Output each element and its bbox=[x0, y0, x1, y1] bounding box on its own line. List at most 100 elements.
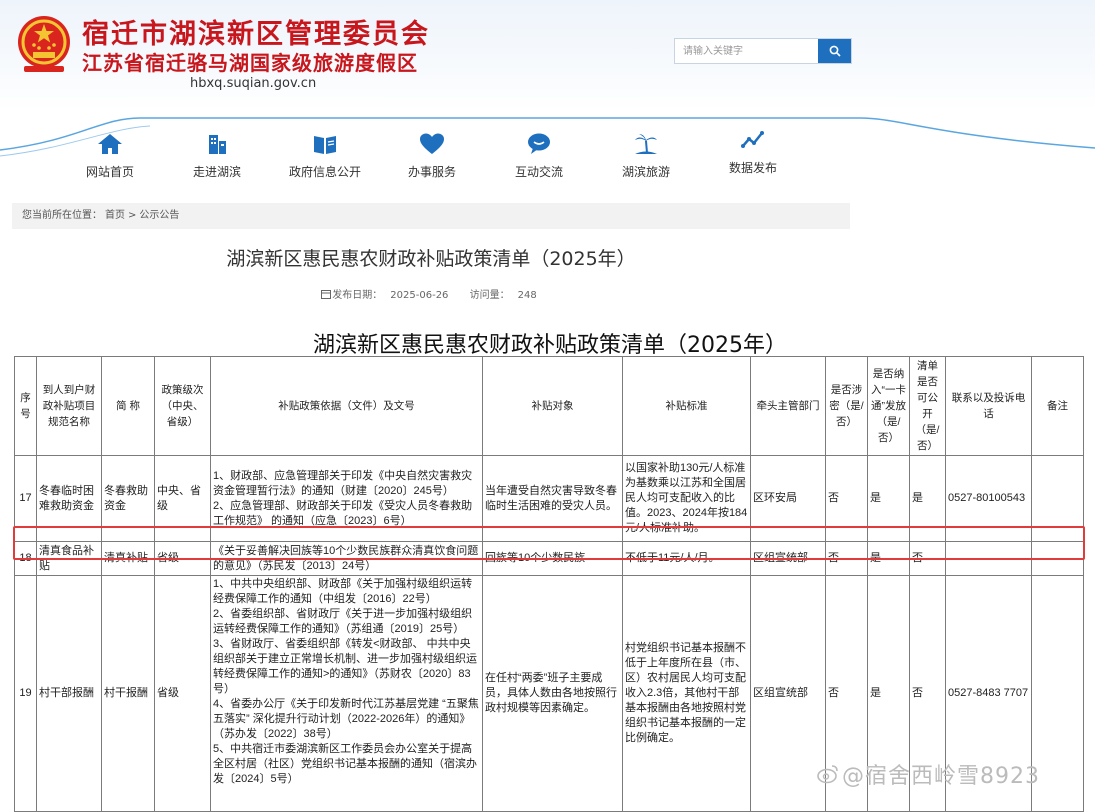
cell-standard: 以国家补助130元/人标准为基数乘以江苏和全国居民人均可支配收入的比值。2023… bbox=[622, 455, 751, 542]
cell-no: 18 bbox=[14, 541, 37, 576]
table-header: 补贴对象 bbox=[482, 356, 623, 456]
views-label: 访问量： bbox=[469, 290, 510, 301]
cell-public: 是 bbox=[909, 455, 946, 542]
views-count: 248 bbox=[517, 290, 537, 301]
palm-icon bbox=[635, 134, 657, 154]
nav-label: 网站首页 bbox=[85, 165, 134, 179]
basis-line: 4、省委办公厅《关于印发新时代江苏基层党建 “五聚焦五落实” 深化提升行动计划（… bbox=[213, 698, 479, 740]
calendar-icon bbox=[321, 290, 332, 299]
watermark: @宿舍西岭雪8923 bbox=[842, 764, 1040, 789]
cell-standard: 不低于11元/人/月。 bbox=[622, 541, 751, 576]
policy-table: 序号 到人到户财政补贴项目规范名称 简 称 政策级次（中央、省级） 补贴政策依据… bbox=[14, 356, 1084, 812]
cell-card: 是 bbox=[867, 541, 910, 576]
cell-short: 清真补贴 bbox=[101, 541, 155, 576]
heart-icon bbox=[420, 133, 444, 154]
cell-basis: 1、中共中央组织部、财政部《关于加强村级组织运转经费保障工作的通知（中组发〔20… bbox=[210, 575, 483, 812]
nav-item-services[interactable]: 办事服务 bbox=[387, 132, 477, 180]
nav-item-home[interactable]: 网站首页 bbox=[65, 132, 155, 180]
breadcrumb-current-link[interactable]: 公示公告 bbox=[139, 210, 179, 221]
chat-icon bbox=[528, 133, 550, 154]
nav-label: 办事服务 bbox=[407, 165, 456, 179]
building-icon bbox=[209, 135, 226, 154]
table-row: 17 冬春临时困难救助资金 冬春救助资金 中央、省级 1、财政部、应急管理部关于… bbox=[14, 455, 1084, 542]
cell-short: 冬春救助资金 bbox=[101, 455, 155, 542]
breadcrumb: 您当前所在位置： 首页 > 公示公告 bbox=[12, 203, 850, 229]
basis-line: 2、省委组织部、省财政厅《关于进一步加强村级组织运转经费保障工作的通知》（苏组通… bbox=[213, 608, 473, 635]
breadcrumb-separator: > bbox=[128, 210, 137, 221]
weibo-logo-icon bbox=[817, 765, 838, 784]
cell-dept: 区组宣统部 bbox=[750, 575, 826, 812]
chart-icon bbox=[741, 131, 764, 148]
table-header: 是否涉密（是/否） bbox=[825, 356, 868, 456]
cell-card: 是 bbox=[867, 455, 910, 542]
nav-item-about[interactable]: 走进湖滨 bbox=[172, 132, 262, 180]
table-header: 到人到户财政补贴项目规范名称 bbox=[36, 356, 102, 456]
date-label: 发布日期： bbox=[332, 290, 383, 301]
cell-target: 当年遭受自然灾害导致冬春临时生活困难的受灾人员。 bbox=[482, 455, 623, 542]
cell-level: 省级 bbox=[154, 541, 211, 576]
nav-item-data[interactable]: 数据发布 bbox=[708, 128, 798, 176]
national-emblem-icon bbox=[18, 16, 70, 72]
cell-phone: 0527-80100543 bbox=[945, 455, 1032, 542]
table-header-row: 序号 到人到户财政补贴项目规范名称 简 称 政策级次（中央、省级） 补贴政策依据… bbox=[14, 356, 1084, 456]
cell-no: 17 bbox=[14, 455, 37, 542]
breadcrumb-prefix: 您当前所在位置： bbox=[22, 210, 102, 221]
table-header: 补贴政策依据（文件）及文号 bbox=[210, 356, 483, 456]
basis-line: 2、应急管理部、财政部关于印发《受灾人员冬春救助工作规范》 的通知（应急〔202… bbox=[213, 499, 473, 527]
nav-label: 湖滨旅游 bbox=[621, 165, 670, 179]
article-title: 湖滨新区惠民惠农财政补贴政策清单（2025年） bbox=[226, 248, 636, 270]
table-header: 牵头主管部门 bbox=[750, 356, 826, 456]
home-icon bbox=[98, 134, 122, 154]
cell-remark bbox=[1031, 455, 1084, 542]
nav-item-tourism[interactable]: 湖滨旅游 bbox=[601, 132, 691, 180]
table-row-highlighted: 18 清真食品补贴 清真补贴 省级 《关于妥善解决回族等10个少数民族群众清真饮… bbox=[14, 541, 1084, 576]
cell-secret: 否 bbox=[825, 455, 868, 542]
document-title: 湖滨新区惠民惠农财政补贴政策清单（2025年） bbox=[313, 333, 787, 358]
cell-name: 村干部报酬 bbox=[36, 575, 102, 812]
basis-line: 5、中共宿迁市委湖滨新区工作委员会办公室关于提高全区村居（社区）党组织书记基本报… bbox=[213, 743, 477, 785]
table-header: 联系以及投诉电话 bbox=[945, 356, 1032, 456]
table-header: 政策级次（中央、省级） bbox=[154, 356, 211, 456]
breadcrumb-home-link[interactable]: 首页 bbox=[105, 210, 125, 221]
site-subtitle: 江苏省宿迁骆马湖国家级旅游度假区 bbox=[82, 51, 418, 75]
cell-no: 19 bbox=[14, 575, 37, 812]
nav-item-info-disclosure[interactable]: 政府信息公开 bbox=[280, 132, 370, 180]
cell-target: 回族等10个少数民族 bbox=[482, 541, 623, 576]
cell-basis: 1、财政部、应急管理部关于印发《中央自然灾害救灾资金管理暂行法》的通知（财建〔2… bbox=[210, 455, 483, 542]
cell-secret: 否 bbox=[825, 541, 868, 576]
cell-level: 省级 bbox=[154, 575, 211, 812]
table-header: 简 称 bbox=[101, 356, 155, 456]
nav-label: 走进湖滨 bbox=[192, 165, 241, 179]
cell-name: 清真食品补贴 bbox=[36, 541, 102, 576]
table-header: 序号 bbox=[14, 356, 37, 456]
nav-label: 数据发布 bbox=[728, 161, 777, 175]
cell-public: 否 bbox=[909, 541, 946, 576]
publish-date: 2025-06-26 bbox=[390, 290, 449, 301]
search-input[interactable] bbox=[675, 39, 826, 63]
search-box bbox=[674, 38, 852, 64]
basis-line: 《关于妥善解决回族等10个少数民族群众清真饮食问题的意见》（苏民发〔2013〕2… bbox=[213, 544, 479, 572]
table-header: 清单是否可公开（是/否） bbox=[909, 356, 946, 456]
site-url: hbxq.suqian.gov.cn bbox=[190, 76, 317, 91]
cell-target: 在任村“两委”班子主要成员，具体人数由各地按照行政村规模等因素确定。 bbox=[482, 575, 623, 812]
cell-remark bbox=[1031, 541, 1084, 576]
nav-label: 互动交流 bbox=[514, 165, 563, 179]
cell-name: 冬春临时困难救助资金 bbox=[36, 455, 102, 542]
table-header: 补贴标准 bbox=[622, 356, 751, 456]
cell-short: 村干报酬 bbox=[101, 575, 155, 812]
basis-line: 1、中共中央组织部、财政部《关于加强村级组织运转经费保障工作的通知（中组发〔20… bbox=[213, 578, 473, 605]
nav-item-interaction[interactable]: 互动交流 bbox=[494, 132, 584, 180]
table-header: 备注 bbox=[1031, 356, 1084, 456]
basis-line: 3、省财政厅、省委组织部《转发<财政部、 中共中央组织部关于建立正常增长机制、进… bbox=[213, 638, 477, 695]
search-button[interactable] bbox=[818, 39, 851, 63]
search-icon bbox=[829, 45, 841, 57]
cell-standard: 村党组织书记基本报酬不低于上年度所在县（市、区）农村居民人均可支配收入2.3倍，… bbox=[622, 575, 751, 812]
site-title: 宿迁市湖滨新区管理委员会 bbox=[82, 19, 430, 50]
cell-basis: 《关于妥善解决回族等10个少数民族群众清真饮食问题的意见》（苏民发〔2013〕2… bbox=[210, 541, 483, 576]
cell-dept: 区组宣统部 bbox=[750, 541, 826, 576]
book-icon bbox=[314, 136, 336, 154]
site-header: 宿迁市湖滨新区管理委员会 江苏省宿迁骆马湖国家级旅游度假区 hbxq.suqia… bbox=[0, 0, 1095, 110]
cell-phone bbox=[945, 541, 1032, 576]
nav-label: 政府信息公开 bbox=[288, 165, 361, 179]
cell-level: 中央、省级 bbox=[154, 455, 211, 542]
